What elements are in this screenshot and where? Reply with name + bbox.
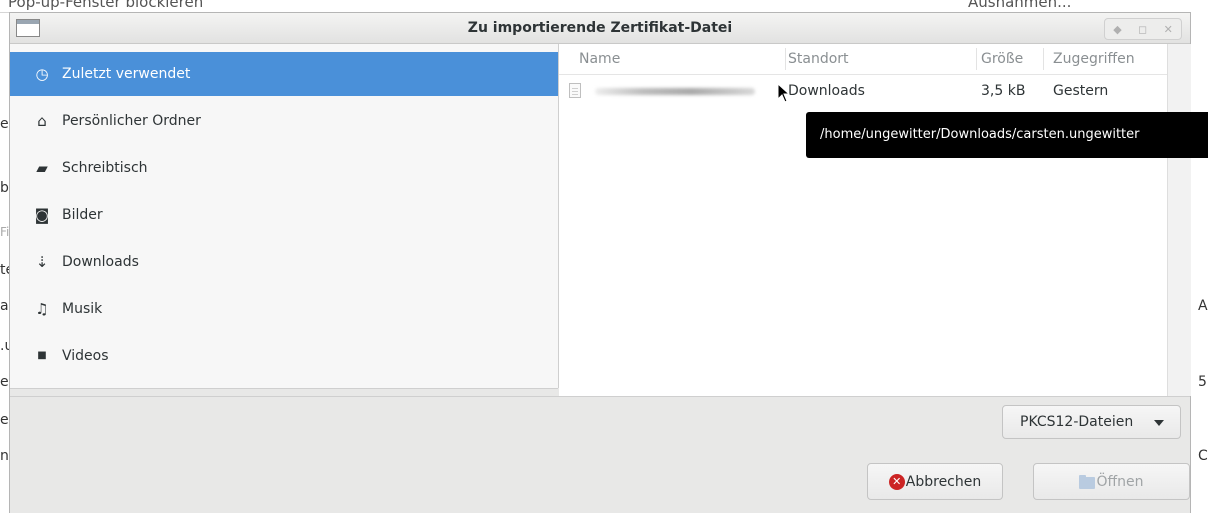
- file-list: Name Standort Größe Zugegriffen Download…: [559, 44, 1167, 396]
- sidebar-item-pictures[interactable]: ◙ Bilder: [10, 193, 558, 237]
- sidebar-item-videos[interactable]: ■ Videos: [10, 334, 558, 378]
- file-list-header: Name Standort Größe Zugegriffen: [559, 44, 1167, 75]
- file-type-filter-label: PKCS12-Dateien: [1020, 414, 1134, 430]
- sidebar-item-label: Bilder: [62, 207, 103, 223]
- close-icon[interactable]: ✕: [1164, 23, 1173, 36]
- background-right-area: [1188, 12, 1208, 512]
- music-icon: ♫: [35, 300, 49, 318]
- path-tooltip: /home/ungewitter/Downloads/carsten.ungew…: [806, 112, 1208, 158]
- cancel-icon: ✕: [888, 473, 905, 490]
- open-button-label: Öffnen: [1096, 473, 1144, 490]
- sidebar-item-label: Zuletzt verwendet: [62, 66, 191, 82]
- sidebar-item-recent[interactable]: ◷ Zuletzt verwendet: [10, 52, 558, 96]
- sidebar-item-home[interactable]: ⌂ Persönlicher Ordner: [10, 99, 558, 143]
- video-icon: ■: [37, 350, 47, 361]
- column-header-location[interactable]: Standort: [788, 44, 849, 74]
- table-row[interactable]: Downloads 3,5 kB Gestern: [559, 78, 1167, 104]
- dialog-title: Zu importierende Zertifikat-Datei: [467, 20, 733, 36]
- background-top-text-right: Ausnahmen...: [968, 0, 1072, 11]
- title-bar[interactable]: Zu importierende Zertifikat-Datei ◆ ◻ ✕: [10, 13, 1190, 44]
- cancel-button[interactable]: ✕ Abbrechen: [867, 463, 1003, 500]
- sidebar-item-downloads[interactable]: ⇣ Downloads: [10, 240, 558, 284]
- background-text-fragment: b: [0, 180, 9, 196]
- file-name-blurred: [595, 88, 755, 95]
- sidebar-item-label: Videos: [62, 348, 109, 364]
- home-icon: ⌂: [37, 112, 47, 130]
- sidebar-item-music[interactable]: ♫ Musik: [10, 287, 558, 331]
- download-icon: ⇣: [35, 253, 49, 271]
- window-controls: ◆ ◻ ✕: [1104, 18, 1182, 40]
- sidebar-item-label: Persönlicher Ordner: [62, 113, 201, 129]
- open-button[interactable]: Öffnen: [1033, 463, 1190, 500]
- bottom-divider: [10, 396, 1190, 397]
- file-accessed: Gestern: [1053, 83, 1109, 99]
- file-list-scrollbar[interactable]: [1167, 44, 1191, 396]
- background-text-fragment: A: [1198, 298, 1208, 314]
- mouse-cursor-icon: [777, 83, 791, 103]
- background-top-text-left: Pop-up-Fenster blockieren: [8, 0, 204, 11]
- background-text-fragment: 5: [1198, 374, 1207, 390]
- file-chooser-dialog: Zu importierende Zertifikat-Datei ◆ ◻ ✕ …: [9, 12, 1191, 513]
- file-type-filter-dropdown[interactable]: PKCS12-Dateien: [1002, 405, 1181, 439]
- chevron-down-icon: [1154, 420, 1164, 426]
- sidebar-separator: [10, 388, 558, 389]
- camera-icon: ◙: [34, 206, 50, 224]
- column-divider: [785, 48, 786, 70]
- sidebar-item-label: Schreibtisch: [62, 160, 148, 176]
- file-icon: [569, 83, 581, 98]
- sidebar-item-label: Musik: [62, 301, 103, 317]
- desktop-folder-icon: ▰: [36, 159, 48, 177]
- column-header-accessed[interactable]: Zugegriffen: [1053, 44, 1135, 74]
- background-text-fragment: C: [1198, 448, 1208, 464]
- folder-open-icon: [1079, 474, 1096, 489]
- maximize-icon[interactable]: ◆: [1113, 23, 1121, 36]
- column-divider: [1043, 48, 1044, 70]
- sidebar-item-label: Downloads: [62, 254, 139, 270]
- column-header-name[interactable]: Name: [579, 44, 620, 74]
- file-location: Downloads: [788, 83, 865, 99]
- cancel-button-label: Abbrechen: [905, 473, 982, 490]
- places-sidebar: ◷ Zuletzt verwendet ⌂ Persönlicher Ordne…: [10, 44, 559, 389]
- sidebar-item-desktop[interactable]: ▰ Schreibtisch: [10, 146, 558, 190]
- clock-icon: ◷: [35, 65, 49, 83]
- column-divider: [976, 48, 977, 70]
- column-header-size[interactable]: Größe: [981, 44, 1023, 74]
- file-size: 3,5 kB: [981, 83, 1026, 99]
- restore-icon[interactable]: ◻: [1138, 23, 1147, 36]
